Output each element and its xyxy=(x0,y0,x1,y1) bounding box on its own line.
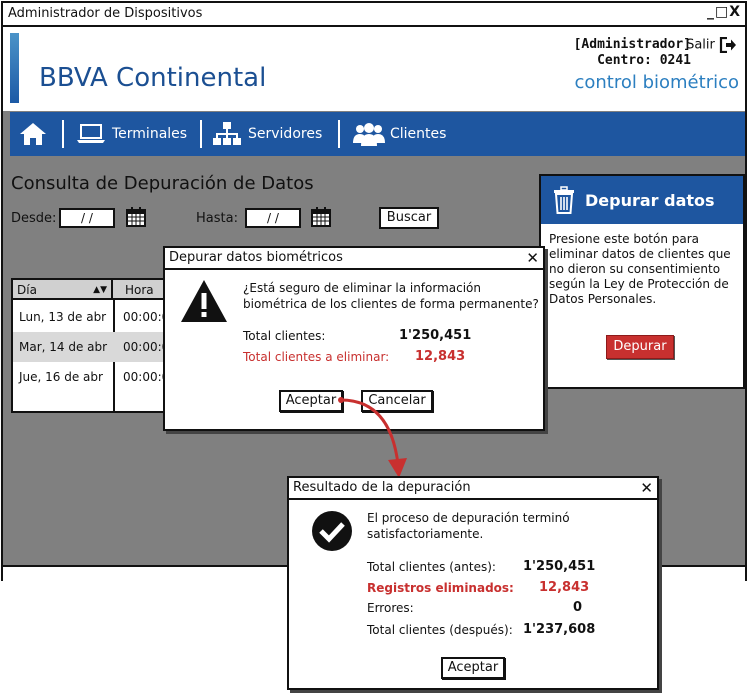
window-controls[interactable]: _□X xyxy=(707,4,741,20)
home-icon xyxy=(20,123,46,145)
column-header-time[interactable]: Hora xyxy=(113,280,165,300)
clients-to-delete-value: 12,843 xyxy=(415,349,466,364)
deleted-records-label: Registros eliminados: xyxy=(367,581,514,595)
window-titlebar: Administrador de Dispositivos _□X xyxy=(3,3,745,27)
table-row[interactable]: Mar, 14 de abr 00:00:0 xyxy=(13,332,165,362)
purge-panel-description: Presione este botón para eliminar datos … xyxy=(549,232,731,306)
laptop-icon xyxy=(77,124,105,143)
nav-label: Terminales xyxy=(112,126,188,142)
total-clients-label: Total clientes: xyxy=(243,329,326,343)
nav-servidores[interactable]: Servidores xyxy=(212,112,322,156)
errors-value: 0 xyxy=(573,600,583,615)
row-time: 00:00:0 xyxy=(123,310,167,324)
row-day: Jue, 16 de abr xyxy=(19,370,103,384)
purge-log-table: Día ▲▼ Hora Lun, 13 de abr 00:00:0 Mar, … xyxy=(11,278,167,413)
users-icon xyxy=(353,123,385,146)
total-after-label: Total clientes (después): xyxy=(367,623,513,637)
nav-divider xyxy=(62,120,64,148)
row-day: Lun, 13 de abr xyxy=(19,310,107,324)
warning-icon xyxy=(181,280,227,322)
flow-arrow-icon xyxy=(338,397,407,478)
sign-out-icon xyxy=(719,37,736,53)
calendar-icon[interactable] xyxy=(310,206,332,228)
app-header: BBVA Continental [Administrador] Centro:… xyxy=(3,27,745,111)
row-time: 00:00:0 xyxy=(123,370,167,384)
center-label: Centro: 0241 xyxy=(597,53,691,68)
app-subtitle: control biométrico xyxy=(574,72,739,93)
search-button[interactable]: Buscar xyxy=(379,207,439,229)
from-date-input[interactable]: / / xyxy=(59,208,115,228)
row-day: Mar, 14 de abr xyxy=(19,340,108,354)
purge-panel-title: Depurar datos xyxy=(585,191,715,210)
nav-divider xyxy=(200,120,202,148)
column-header-label: Día xyxy=(17,283,37,297)
table-row[interactable]: Jue, 16 de abr 00:00:0 xyxy=(13,362,165,392)
to-date-label: Hasta: xyxy=(196,211,238,226)
total-before-label: Total clientes (antes): xyxy=(367,560,496,574)
logout-button[interactable]: Salir xyxy=(686,37,737,53)
window-title: Administrador de Dispositivos xyxy=(8,6,203,21)
brand-accent-bar xyxy=(10,33,19,103)
purge-panel: Depurar datos Presione este botón para e… xyxy=(539,174,745,389)
errors-label: Errores: xyxy=(367,601,414,615)
sort-icon[interactable]: ▲▼ xyxy=(93,280,107,300)
user-info: [Administrador] Centro: 0241 xyxy=(574,37,691,69)
to-date-input[interactable]: / / xyxy=(245,208,301,228)
sitemap-icon xyxy=(213,122,241,145)
page-title: Consulta de Depuración de Datos xyxy=(11,173,314,194)
nav-label: Clientes xyxy=(390,126,447,142)
clients-to-delete-label: Total clientes a eliminar: xyxy=(243,350,390,364)
row-time: 00:00:0 xyxy=(123,340,167,354)
nav-clientes[interactable]: Clientes xyxy=(352,112,446,156)
dialog-title: Depurar datos biométricos xyxy=(165,248,543,270)
logout-label: Salir xyxy=(686,37,715,53)
user-role: [Administrador] xyxy=(573,37,691,52)
trash-icon xyxy=(554,186,574,214)
table-row[interactable]: Lun, 13 de abr 00:00:0 xyxy=(13,302,165,332)
nav-home[interactable] xyxy=(18,112,50,156)
confirm-question: ¿Está seguro de eliminar la información … xyxy=(243,281,539,311)
accept-button[interactable]: Aceptar xyxy=(441,657,505,679)
close-icon[interactable]: ✕ xyxy=(640,478,653,498)
result-message: El proceso de depuración terminó satisfa… xyxy=(367,511,570,541)
brand-logo: BBVA Continental xyxy=(39,63,267,93)
purge-result-dialog: Resultado de la depuración ✕ El proceso … xyxy=(287,476,659,690)
main-navbar: Terminales Servidores Clientes xyxy=(10,112,745,156)
deleted-records-value: 12,843 xyxy=(539,580,590,595)
total-after-value: 1'237,608 xyxy=(523,622,596,637)
check-circle-icon xyxy=(312,511,352,551)
nav-label: Servidores xyxy=(248,126,323,142)
total-clients-value: 1'250,451 xyxy=(399,328,472,343)
purge-button[interactable]: Depurar xyxy=(606,335,674,359)
total-before-value: 1'250,451 xyxy=(523,559,596,574)
calendar-icon[interactable] xyxy=(125,206,147,228)
nav-divider xyxy=(338,120,340,148)
purge-panel-header: Depurar datos xyxy=(541,176,743,224)
close-icon[interactable]: ✕ xyxy=(526,248,539,268)
from-date-label: Desde: xyxy=(11,211,57,226)
nav-terminales[interactable]: Terminales xyxy=(76,112,187,156)
dialog-title: Resultado de la depuración xyxy=(289,478,657,500)
column-header-day[interactable]: Día ▲▼ xyxy=(13,280,113,300)
